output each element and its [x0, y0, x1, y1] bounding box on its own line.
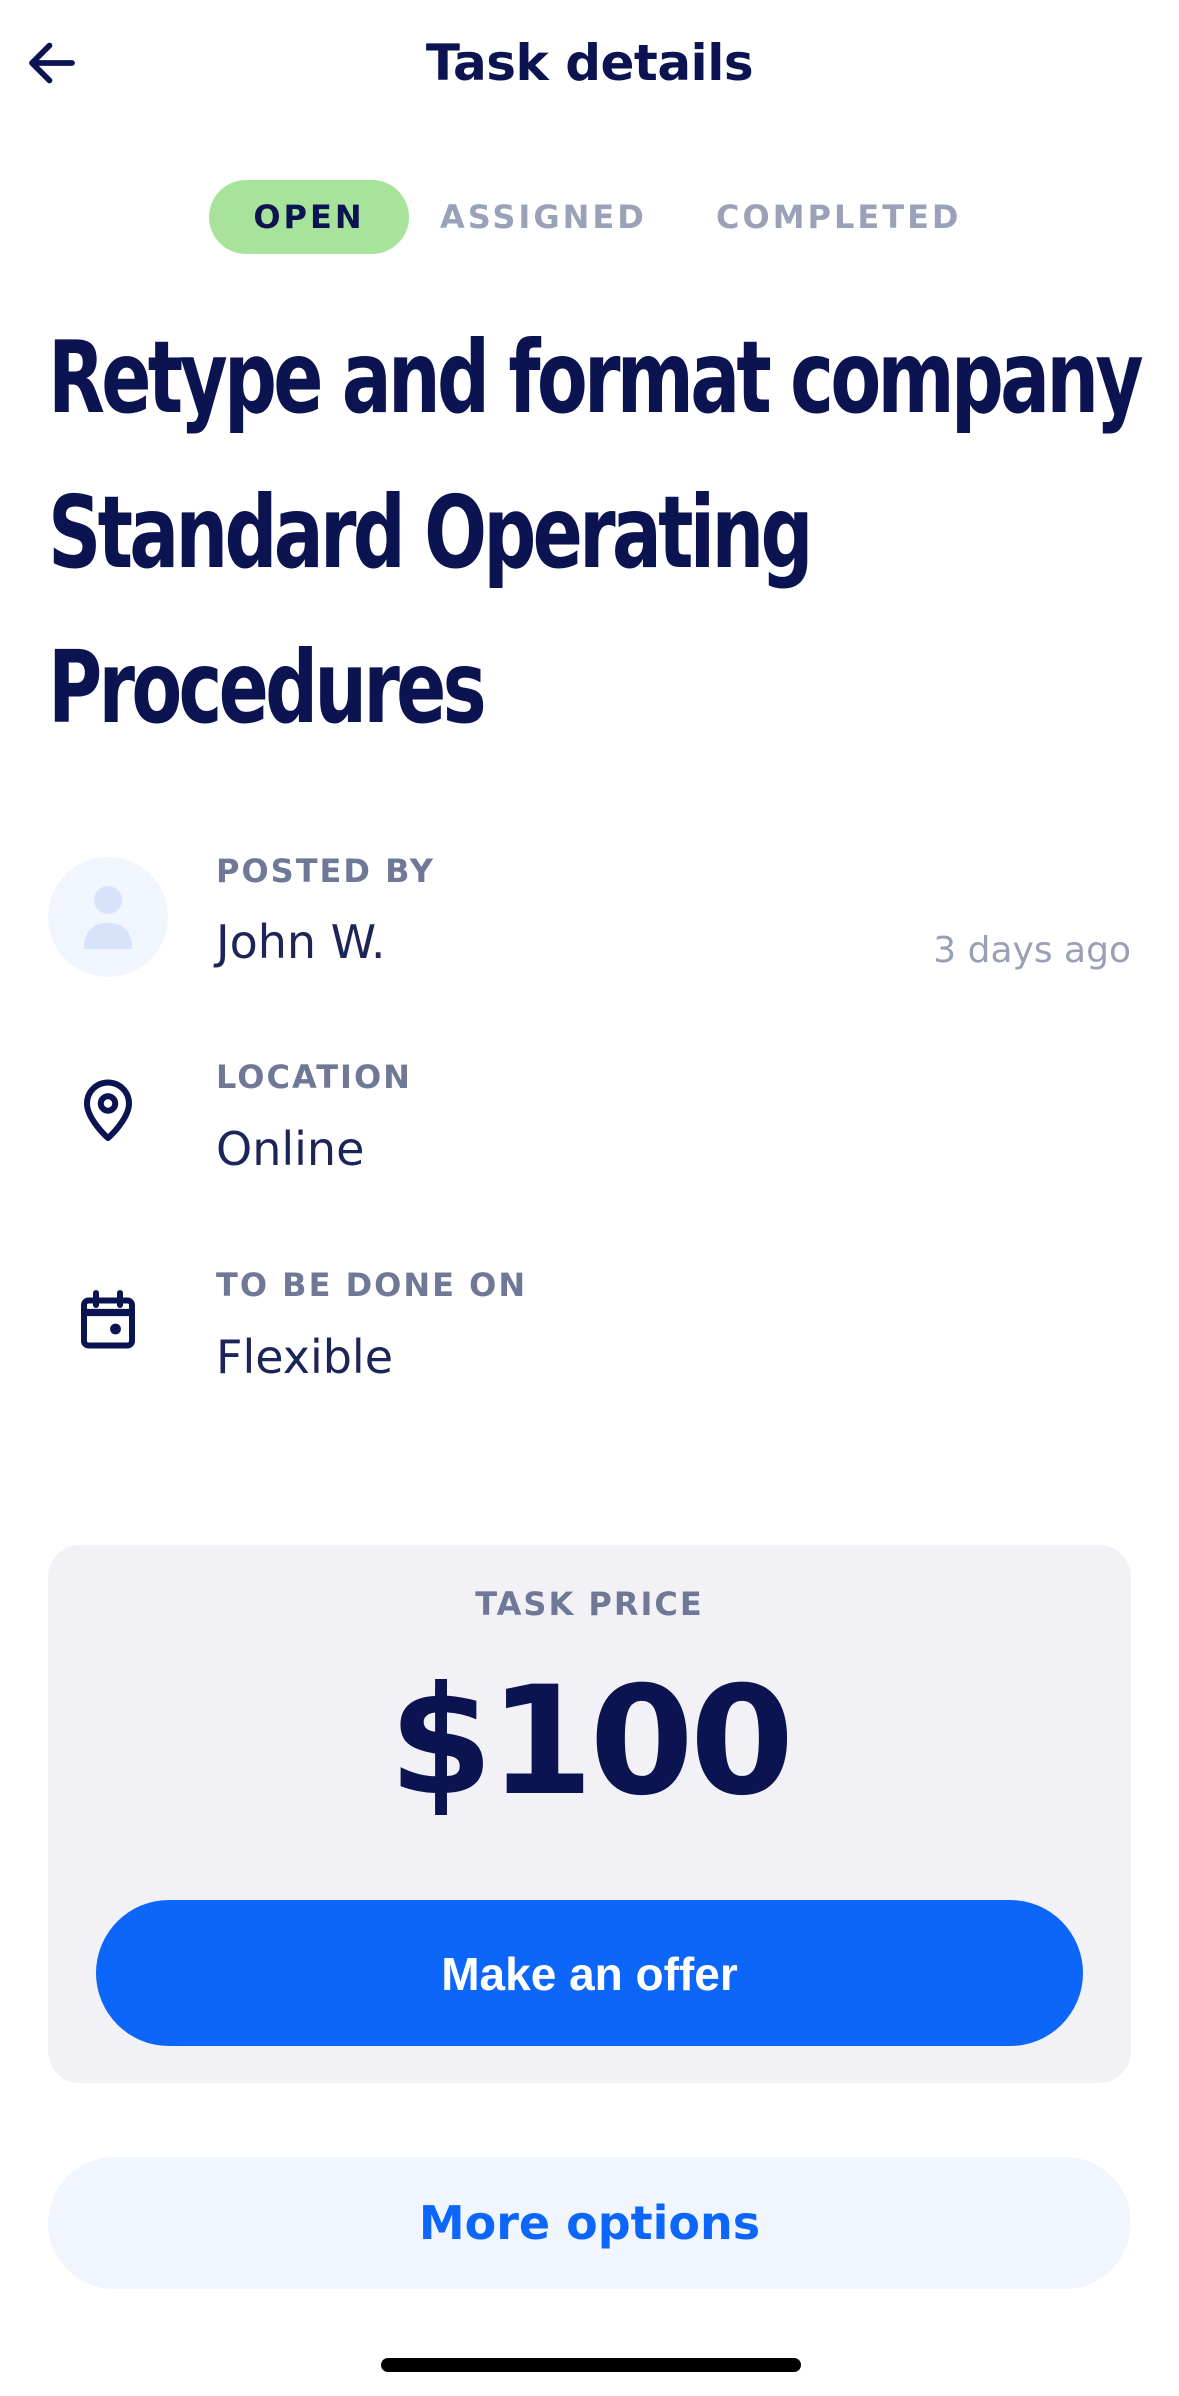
avatar[interactable]: [48, 857, 168, 977]
location-value: Online: [216, 1122, 365, 1176]
user-avatar-icon: [84, 886, 132, 949]
due-date-label: TO BE DONE ON: [216, 1266, 528, 1304]
location-pin-icon: [84, 1079, 132, 1141]
more-options-button[interactable]: More options: [48, 2157, 1131, 2289]
status-tabs: OPEN ASSIGNED COMPLETED: [0, 180, 1179, 254]
make-offer-button[interactable]: Make an offer: [96, 1900, 1083, 2046]
location-label: LOCATION: [216, 1058, 412, 1096]
price-card: TASK PRICE $100 Make an offer: [48, 1545, 1131, 2083]
task-price-value: $100: [388, 1655, 794, 1829]
poster-name[interactable]: John W.: [216, 915, 385, 969]
status-completed: COMPLETED: [716, 198, 962, 236]
task-title-text: Retype and format company Standard Opera…: [48, 319, 1144, 746]
page-title: Task details: [425, 34, 754, 92]
task-title: Retype and format company Standard Opera…: [48, 300, 1158, 765]
home-indicator: [381, 2358, 801, 2372]
due-date-value: Flexible: [216, 1330, 394, 1384]
calendar-icon: [81, 1290, 135, 1349]
task-price-label: TASK PRICE: [475, 1585, 704, 1623]
posted-by-label: POSTED BY: [216, 852, 435, 890]
posted-time: 3 days ago: [933, 930, 1131, 971]
status-assigned: ASSIGNED: [440, 198, 647, 236]
status-open: OPEN: [209, 180, 409, 254]
